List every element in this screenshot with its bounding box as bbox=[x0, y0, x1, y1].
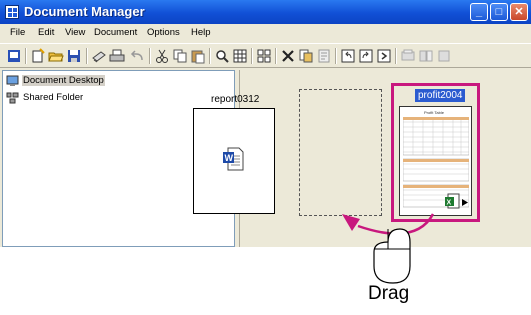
mouse-icon bbox=[373, 228, 411, 284]
drag-annotation bbox=[342, 213, 435, 284]
drag-label: Drag bbox=[368, 283, 410, 304]
arrow-head-icon bbox=[342, 214, 360, 231]
